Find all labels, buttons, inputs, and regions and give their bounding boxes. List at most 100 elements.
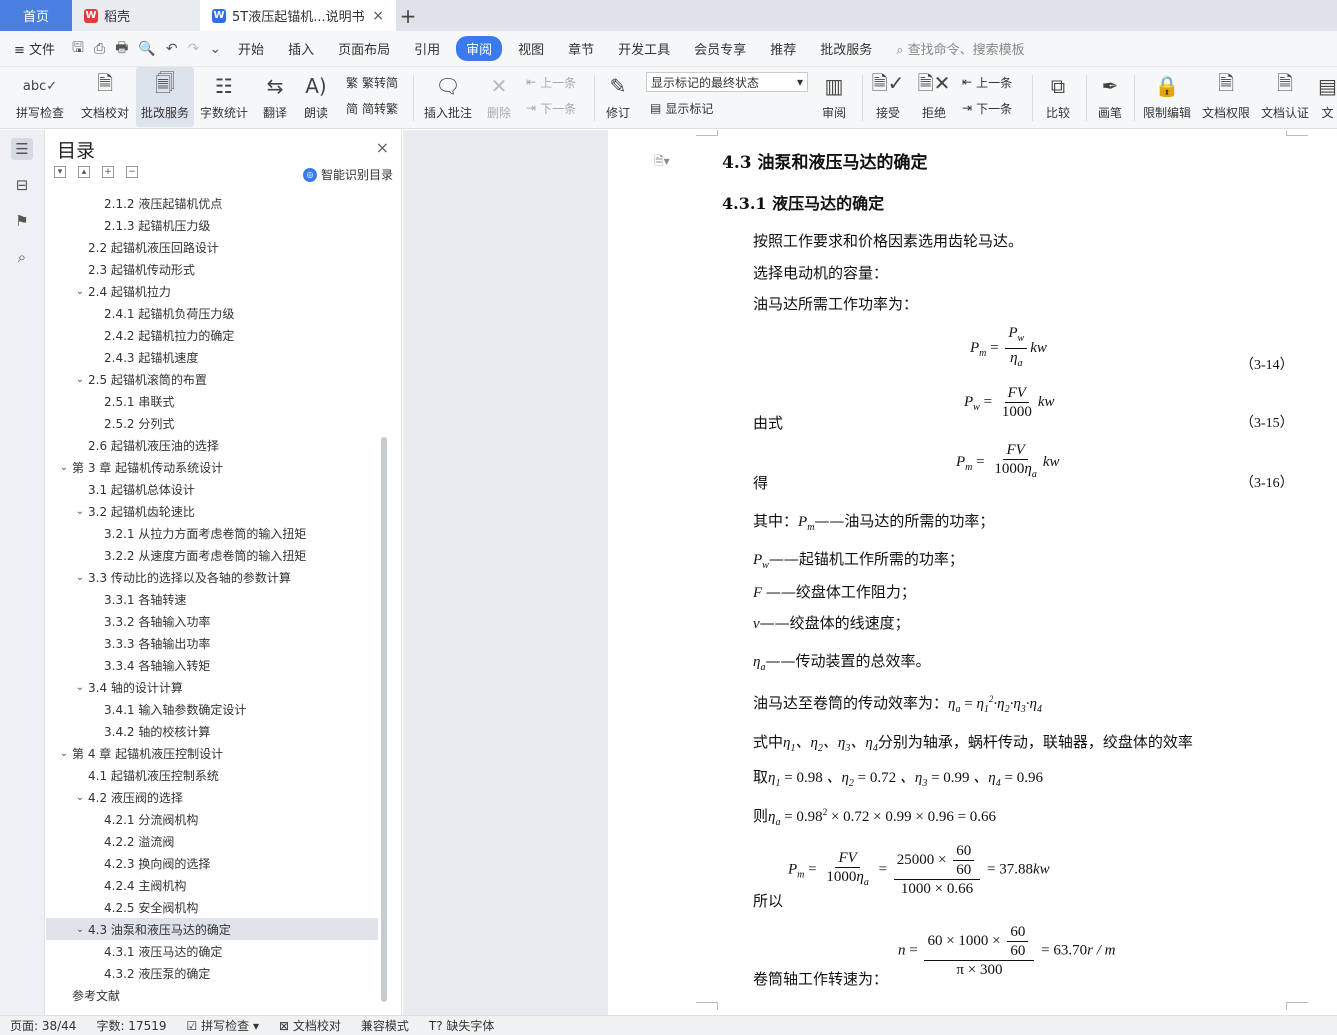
proofread-button[interactable]: 🗎 文档校对 [76, 67, 134, 127]
chevron-down-icon[interactable]: ⌄ [56, 748, 72, 759]
toc-item[interactable]: ⌄ 3.4 轴的设计计算 [46, 676, 378, 698]
tab-close-icon[interactable]: × [372, 8, 384, 24]
insert-comment-button[interactable]: 🗨 插入批注 [420, 67, 476, 127]
chevron-down-icon[interactable]: ⌄ [72, 506, 88, 517]
toc-item[interactable]: 2.1.2 液压起锚机优点 [46, 192, 378, 214]
menu-view[interactable]: 视图 [506, 39, 556, 58]
toc-item[interactable]: 2.3 起锚机传动形式 [46, 258, 378, 280]
toc-item[interactable]: 3.3.2 各轴输入功率 [46, 610, 378, 632]
tab-daoke[interactable]: W 稻壳 [72, 0, 200, 31]
restrict-edit-button[interactable]: 🔒 限制编辑 [1140, 67, 1194, 127]
page-indicator[interactable]: 页面: 38/44 [0, 1017, 86, 1034]
toc-scrollbar[interactable] [381, 437, 387, 1002]
toc-item[interactable]: 4.1 起锚机液压控制系统 [46, 764, 378, 786]
review-pane-button[interactable]: ▥ 审阅 [815, 67, 853, 127]
spell-check-button[interactable]: abc✓ 拼写检查 [8, 67, 72, 127]
toc-item[interactable]: 3.1 起锚机总体设计 [46, 478, 378, 500]
toc-item[interactable]: ⌄ 第 3 章 起锚机传动系统设计 [46, 456, 378, 478]
toc-item[interactable]: ⌄ 第 4 章 起锚机液压控制设计 [46, 742, 378, 764]
markup-state-select[interactable]: 显示标记的最终状态 ▾ [646, 72, 808, 92]
menu-member[interactable]: 会员专享 [682, 39, 758, 58]
toc-icon[interactable]: ☰ [11, 138, 33, 160]
print-preview-icon[interactable]: 🔍 [133, 41, 160, 57]
collapse-all-icon[interactable]: ▾ [54, 166, 66, 178]
toc-item[interactable]: 3.3.3 各轴输出功率 [46, 632, 378, 654]
compare-button[interactable]: ⧉ 比较 [1038, 67, 1078, 127]
bookmark-icon[interactable]: ⚑ [11, 210, 33, 232]
toc-item[interactable]: ⌄ 4.2 液压阀的选择 [46, 786, 378, 808]
menu-developer[interactable]: 开发工具 [606, 39, 682, 58]
toc-item[interactable]: 2.1.3 起锚机压力级 [46, 214, 378, 236]
next-change-button[interactable]: ⇥ 下一条 [962, 97, 1012, 119]
chevron-down-icon[interactable]: ⌄ [72, 792, 88, 803]
toc-item[interactable]: 2.4.2 起锚机拉力的确定 [46, 324, 378, 346]
doc-certify-button[interactable]: 🗎 文档认证 [1258, 67, 1312, 127]
toc-item[interactable]: 3.3.1 各轴转速 [46, 588, 378, 610]
word-count-indicator[interactable]: 字数: 17519 [86, 1017, 176, 1034]
chevron-down-icon[interactable]: ⌄ [72, 572, 88, 583]
expand-level-icon[interactable]: ▴ [78, 166, 90, 178]
toc-item[interactable]: 2.2 起锚机液压回路设计 [46, 236, 378, 258]
toc-item[interactable]: 4.2.4 主阀机构 [46, 874, 378, 896]
toc-item[interactable]: 参考文献 [46, 984, 378, 1006]
prev-change-button[interactable]: ⇤ 上一条 [962, 71, 1012, 93]
review-service-button[interactable]: 🗐 批改服务 [136, 67, 194, 127]
find-icon[interactable]: ⌕ [11, 246, 33, 268]
tab-document[interactable]: W 5T液压起锚机...说明书（论文） × [200, 0, 396, 31]
simp-to-trad-button[interactable]: 简简转繁 [346, 97, 398, 119]
menu-references[interactable]: 引用 [402, 39, 452, 58]
redo-icon[interactable]: ↷ [183, 41, 205, 57]
trad-to-simp-button[interactable]: 繁繁转简 [346, 71, 398, 93]
export-pdf-icon[interactable]: ⎙ [89, 41, 110, 57]
toc-item[interactable]: 2.5.1 串联式 [46, 390, 378, 412]
more-ribbon-button[interactable]: ▤ 文 [1318, 67, 1337, 127]
word-count-button[interactable]: ☷ 字数统计 [197, 67, 251, 127]
menu-review[interactable]: 审阅 [456, 36, 503, 61]
reject-button[interactable]: 🗎✕ 拒绝 [914, 67, 954, 127]
pen-button[interactable]: ✒ 画笔 [1092, 67, 1128, 127]
compat-mode[interactable]: 兼容模式 [351, 1017, 419, 1034]
toc-item[interactable]: 3.4.1 输入轴参数确定设计 [46, 698, 378, 720]
menu-insert[interactable]: 插入 [276, 39, 326, 58]
tab-home[interactable]: 首页 [0, 0, 72, 31]
toc-item[interactable]: 3.3.4 各轴输入转矩 [46, 654, 378, 676]
menu-correction[interactable]: 批改服务 [808, 39, 884, 58]
toc-item[interactable]: 4.2.3 换向阀的选择 [46, 852, 378, 874]
undo-icon[interactable]: ↶ [161, 41, 183, 57]
show-markup-button[interactable]: ▤ 显示标记 [650, 97, 713, 119]
spell-check-status[interactable]: ☑ 拼写检查 ▾ [177, 1017, 269, 1034]
print-icon[interactable]: 🖶 [110, 37, 133, 61]
document-page[interactable]: 🗎▾ 4.3 油泵和液压马达的确定 4.3.1 液压马达的确定 按照工作要求和价… [608, 130, 1337, 1015]
toc-item[interactable]: 4.3.1 液压马达的确定 [46, 940, 378, 962]
delete-comment-button[interactable]: ✕ 删除 [480, 67, 518, 127]
proofread-status[interactable]: ⊠ 文档校对 [269, 1017, 351, 1034]
toc-item[interactable]: 2.4.3 起锚机速度 [46, 346, 378, 368]
paragraph-options-icon[interactable]: 🗎▾ [654, 152, 670, 173]
toc-item[interactable]: ⌄ 2.4 起锚机拉力 [46, 280, 378, 302]
doc-permission-button[interactable]: 🗎 文档权限 [1200, 67, 1252, 127]
toc-item[interactable]: 4.2.1 分流阀机构 [46, 808, 378, 830]
menu-page-layout[interactable]: 页面布局 [326, 39, 402, 58]
add-heading-icon[interactable]: + [102, 166, 114, 178]
chevron-down-icon[interactable]: ⌄ [72, 682, 88, 693]
toc-item[interactable]: 2.4.1 起锚机负荷压力级 [46, 302, 378, 324]
command-search[interactable]: ⌕ 查找命令、搜索模板 [896, 39, 1024, 58]
chapter-nav-icon[interactable]: ⊟ [11, 174, 33, 196]
read-aloud-button[interactable]: A) 朗读 [298, 67, 334, 127]
toc-item[interactable]: 4.2.2 溢流阀 [46, 830, 378, 852]
toc-item[interactable]: 4.3.2 液压泵的确定 [46, 962, 378, 984]
toc-item[interactable]: ⌄ 2.5 起锚机滚筒的布置 [46, 368, 378, 390]
toc-item[interactable]: 3.2.1 从拉力方面考虑卷筒的输入扭矩 [46, 522, 378, 544]
next-comment-button[interactable]: ⇥ 下一条 [526, 97, 576, 119]
accept-button[interactable]: 🗎✓ 接受 [868, 67, 908, 127]
remove-heading-icon[interactable]: − [126, 166, 138, 178]
menu-start[interactable]: 开始 [226, 39, 276, 58]
menu-recommend[interactable]: 推荐 [758, 39, 808, 58]
toc-item[interactable]: ⌄ 4.3 油泵和液压马达的确定 [46, 918, 378, 940]
file-menu[interactable]: ≡ 文件 [0, 39, 67, 58]
chevron-down-icon[interactable]: ⌄ [56, 462, 72, 473]
translate-button[interactable]: ⇆ 翻译 [255, 67, 295, 127]
more-quick-access-icon[interactable]: ⌄ [204, 41, 226, 57]
chevron-down-icon[interactable]: ⌄ [72, 374, 88, 385]
save-icon[interactable]: 🖫 [67, 37, 89, 61]
